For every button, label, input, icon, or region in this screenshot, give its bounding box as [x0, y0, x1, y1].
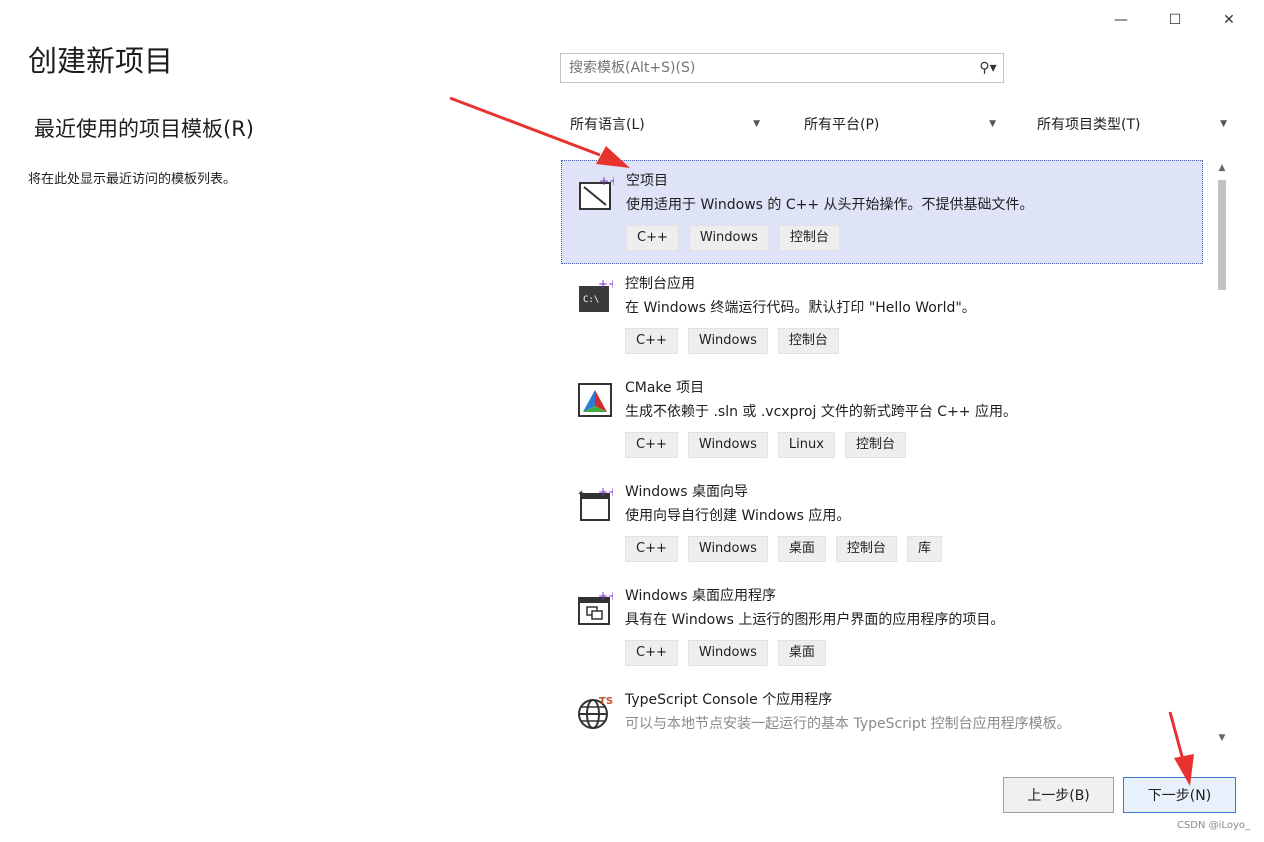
template-item-console-app[interactable]: C:\ ++ 控制台应用 在 Windows 终端运行代码。默认打印 "Hello…	[561, 264, 1203, 368]
language-filter-label: 所有语言(L)	[570, 117, 645, 133]
back-button[interactable]: 上一步(B)	[1003, 777, 1114, 813]
tag: 库	[906, 536, 942, 562]
next-button[interactable]: 下一步(N)	[1123, 777, 1236, 813]
template-item-typescript-console[interactable]: TS TypeScript Console 个应用程序 可以与本地节点安装一起运…	[561, 680, 1203, 746]
template-description: 具有在 Windows 上运行的图形用户界面的应用程序的项目。	[625, 612, 1005, 628]
template-item-desktop-wizard[interactable]: ✦ ++ Windows 桌面向导 使用向导自行创建 Windows 应用。 C+…	[561, 472, 1203, 576]
svg-text:C:\: C:\	[583, 295, 599, 305]
template-name: CMake 项目	[625, 380, 705, 396]
svg-text:TS: TS	[599, 696, 613, 707]
svg-text:✦: ✦	[577, 489, 585, 500]
template-list-scrollbar[interactable]: ▲ ▼	[1214, 160, 1230, 746]
scroll-up-arrow-icon[interactable]: ▲	[1214, 160, 1230, 176]
minimize-icon[interactable]: —	[1094, 8, 1148, 32]
empty-project-icon: ++	[578, 175, 614, 211]
tag: 控制台	[835, 536, 897, 562]
tag: Windows	[688, 225, 769, 251]
chevron-down-icon: ▼	[753, 119, 760, 129]
tag: Windows	[687, 432, 768, 458]
svg-text:++: ++	[599, 175, 614, 188]
search-input[interactable]	[567, 59, 973, 77]
template-name: Windows 桌面向导	[625, 484, 748, 500]
cmake-icon	[577, 382, 613, 418]
template-description: 生成不依赖于 .sln 或 .vcxproj 文件的新式跨平台 C++ 应用。	[625, 404, 1017, 420]
scroll-down-arrow-icon[interactable]: ▼	[1214, 730, 1230, 746]
svg-text:++: ++	[598, 590, 613, 603]
template-description: 在 Windows 终端运行代码。默认打印 "Hello World"。	[625, 300, 976, 316]
svg-text:++: ++	[598, 278, 613, 291]
search-box[interactable]: ⚲▾	[560, 53, 1004, 83]
tag: C++	[625, 328, 678, 354]
chevron-down-icon: ▼	[1220, 119, 1227, 129]
template-item-empty-project[interactable]: ++ 空项目 使用适用于 Windows 的 C++ 从头开始操作。不提供基础文…	[561, 160, 1203, 264]
tag: 控制台	[844, 432, 906, 458]
close-icon[interactable]: ✕	[1202, 8, 1256, 32]
tag: 控制台	[777, 328, 839, 354]
svg-text:++: ++	[598, 486, 613, 499]
template-description: 可以与本地节点安装一起运行的基本 TypeScript 控制台应用程序模板。	[625, 716, 1071, 732]
template-item-cmake[interactable]: CMake 项目 生成不依赖于 .sln 或 .vcxproj 文件的新式跨平台…	[561, 368, 1203, 472]
scroll-thumb[interactable]	[1218, 180, 1226, 290]
window-controls: — ☐ ✕	[1094, 8, 1256, 32]
tag: Windows	[687, 640, 768, 666]
desktop-wizard-icon: ✦ ++	[577, 486, 613, 522]
tag: C++	[625, 536, 678, 562]
console-app-icon: C:\ ++	[577, 278, 613, 314]
tag: C++	[625, 640, 678, 666]
template-description: 使用向导自行创建 Windows 应用。	[625, 508, 851, 524]
tag: Windows	[687, 328, 768, 354]
tag: C++	[626, 225, 679, 251]
project-type-filter-label: 所有项目类型(T)	[1037, 117, 1141, 133]
tag: Linux	[777, 432, 835, 458]
platform-filter-label: 所有平台(P)	[804, 117, 880, 133]
chevron-down-icon: ▼	[989, 119, 996, 129]
template-name: Windows 桌面应用程序	[625, 588, 776, 604]
template-list: ++ 空项目 使用适用于 Windows 的 C++ 从头开始操作。不提供基础文…	[561, 160, 1203, 746]
tag: Windows	[687, 536, 768, 562]
template-item-desktop-app[interactable]: ++ Windows 桌面应用程序 具有在 Windows 上运行的图形用户界面…	[561, 576, 1203, 680]
maximize-icon[interactable]: ☐	[1148, 8, 1202, 32]
recent-templates-description: 将在此处显示最近访问的模板列表。	[28, 172, 237, 187]
tag: 桌面	[777, 536, 826, 562]
tag: 桌面	[777, 640, 826, 666]
tag: 控制台	[778, 225, 840, 251]
template-name: TypeScript Console 个应用程序	[625, 692, 833, 708]
desktop-app-icon: ++	[577, 590, 613, 626]
template-name: 空项目	[626, 173, 668, 189]
platform-filter[interactable]: 所有平台(P) ▼	[795, 110, 1005, 138]
language-filter[interactable]: 所有语言(L) ▼	[561, 110, 769, 138]
recent-templates-title: 最近使用的项目模板(R)	[34, 117, 254, 141]
watermark: CSDN @iLoyo_	[1176, 820, 1250, 831]
typescript-globe-icon: TS	[577, 694, 613, 730]
template-name: 控制台应用	[625, 276, 695, 292]
project-type-filter[interactable]: 所有项目类型(T) ▼	[1028, 110, 1236, 138]
tag: C++	[625, 432, 678, 458]
template-description: 使用适用于 Windows 的 C++ 从头开始操作。不提供基础文件。	[626, 197, 1034, 213]
page-title: 创建新项目	[28, 44, 174, 78]
search-icon[interactable]: ⚲▾	[973, 60, 1003, 76]
